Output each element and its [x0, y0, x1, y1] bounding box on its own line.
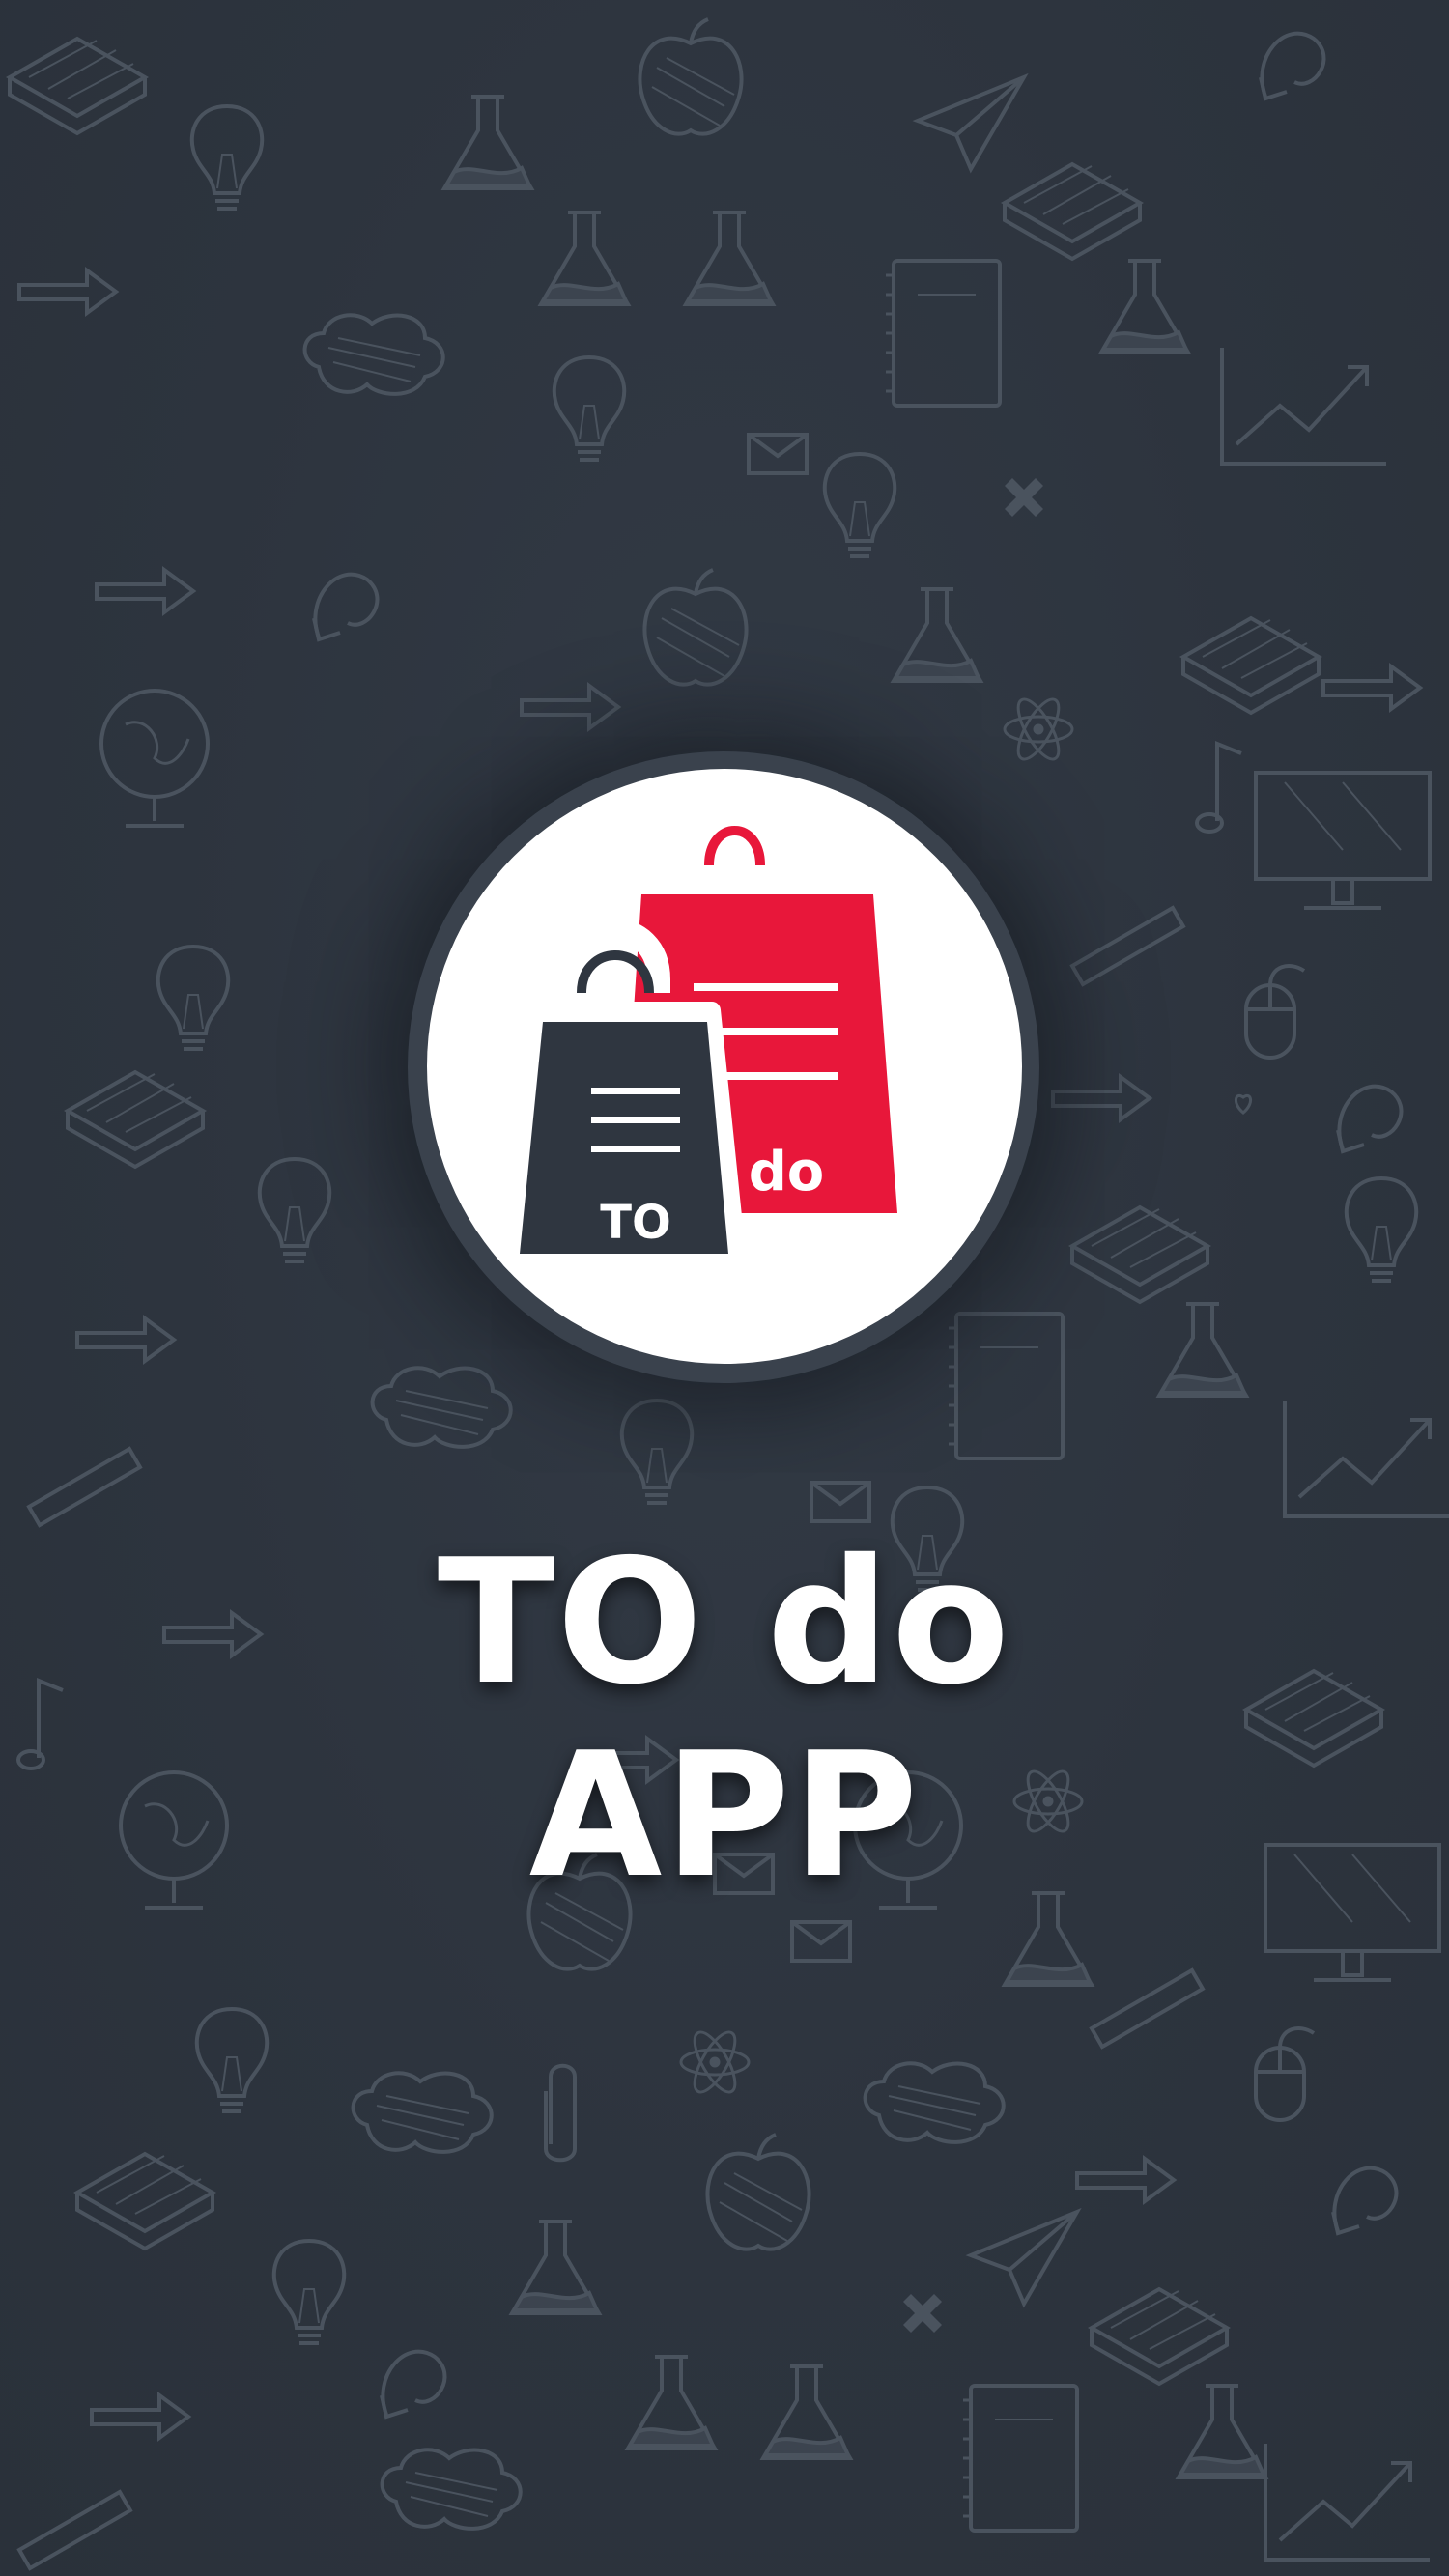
arrow-icon — [17, 269, 118, 315]
mouse-icon — [1254, 2026, 1316, 2122]
ruler-icon — [1070, 906, 1185, 987]
atom-icon — [1003, 692, 1074, 767]
app-logo: do TO — [427, 769, 1022, 1364]
lightbulb-icon — [552, 355, 627, 462]
lightbulb-icon — [271, 2239, 347, 2345]
speech-cloud-icon — [370, 1366, 513, 1449]
apple-icon — [705, 2133, 811, 2251]
monitor-icon — [1264, 1843, 1441, 1982]
speech-cloud-icon — [380, 2448, 523, 2531]
book-icon — [1070, 1205, 1209, 1304]
arrow-icon — [1321, 665, 1422, 711]
splash-screen: do TO TO do APP — [0, 0, 1449, 2576]
book-icon — [1090, 2287, 1229, 2386]
heart-icon — [1234, 1093, 1253, 1115]
notebook-icon — [884, 259, 1002, 408]
book-icon — [1244, 1669, 1383, 1768]
music-note-icon — [1195, 742, 1243, 834]
lightbulb-icon — [194, 2007, 270, 2113]
lightbulb-icon — [1344, 1176, 1419, 1283]
chart-arrow-icon — [1283, 1399, 1449, 1518]
flask-icon — [539, 211, 630, 306]
app-title: TO do APP — [437, 1522, 1012, 1915]
cross-icon — [1005, 478, 1043, 517]
lightbulb-icon — [189, 104, 265, 211]
flask-icon — [684, 211, 775, 306]
speech-cloud-icon — [863, 2061, 1006, 2144]
book-icon — [1003, 162, 1142, 261]
arrow-icon — [1075, 2157, 1176, 2203]
lightbulb-icon — [257, 1157, 332, 1263]
curved-arrow-icon — [1336, 1084, 1404, 1153]
globe-icon — [99, 689, 210, 828]
flask-icon — [1177, 2384, 1267, 2479]
book-icon — [8, 37, 147, 135]
arrow-icon — [95, 568, 195, 614]
arrow-icon — [520, 684, 620, 730]
lightbulb-icon — [822, 452, 897, 558]
globe-icon — [119, 1770, 229, 1910]
paper-plane-icon — [969, 2210, 1079, 2306]
lightbulb-icon — [156, 945, 231, 1051]
monitor-icon — [1254, 771, 1432, 910]
book-icon — [75, 2152, 214, 2250]
notebook-icon — [961, 2384, 1079, 2533]
chart-arrow-icon — [1220, 346, 1388, 466]
flask-icon — [510, 2220, 601, 2315]
music-note-icon — [16, 1679, 65, 1770]
apple-icon — [642, 568, 749, 687]
right-bag-label: do — [749, 1141, 825, 1203]
flask-icon — [442, 95, 533, 190]
speech-cloud-icon — [351, 2071, 494, 2154]
book-icon — [66, 1070, 205, 1169]
atom-icon — [679, 2024, 751, 2100]
curved-arrow-icon — [380, 2349, 447, 2419]
flask-icon — [1157, 1302, 1248, 1398]
ruler-icon — [27, 1447, 142, 1528]
speech-cloud-icon — [302, 313, 445, 396]
envelope-icon — [810, 1481, 871, 1523]
arrow-icon — [1051, 1075, 1151, 1121]
ruler-icon — [17, 2490, 132, 2571]
envelope-icon — [790, 1920, 852, 1963]
paper-plane-icon — [916, 75, 1026, 171]
curved-arrow-icon — [1331, 2166, 1399, 2235]
ruler-icon — [1090, 1968, 1205, 2050]
chart-arrow-icon — [1264, 2442, 1432, 2562]
flask-icon — [626, 2355, 717, 2450]
flask-icon — [1099, 259, 1190, 354]
envelope-icon — [747, 433, 809, 475]
paperclip-icon — [544, 2063, 577, 2163]
curved-arrow-icon — [1259, 31, 1326, 100]
mouse-icon — [1244, 964, 1306, 1060]
apple-icon — [638, 17, 744, 136]
arrow-icon — [90, 2393, 190, 2440]
flask-icon — [1003, 1891, 1094, 1987]
cross-icon — [903, 2294, 942, 2333]
flask-icon — [892, 587, 982, 683]
left-bag-label: TO — [600, 1196, 671, 1250]
lightbulb-icon — [619, 1399, 695, 1505]
book-icon — [1181, 616, 1321, 715]
curved-arrow-icon — [312, 572, 380, 641]
arrow-icon — [75, 1316, 176, 1363]
flask-icon — [761, 2364, 852, 2460]
atom-icon — [1012, 1764, 1084, 1839]
